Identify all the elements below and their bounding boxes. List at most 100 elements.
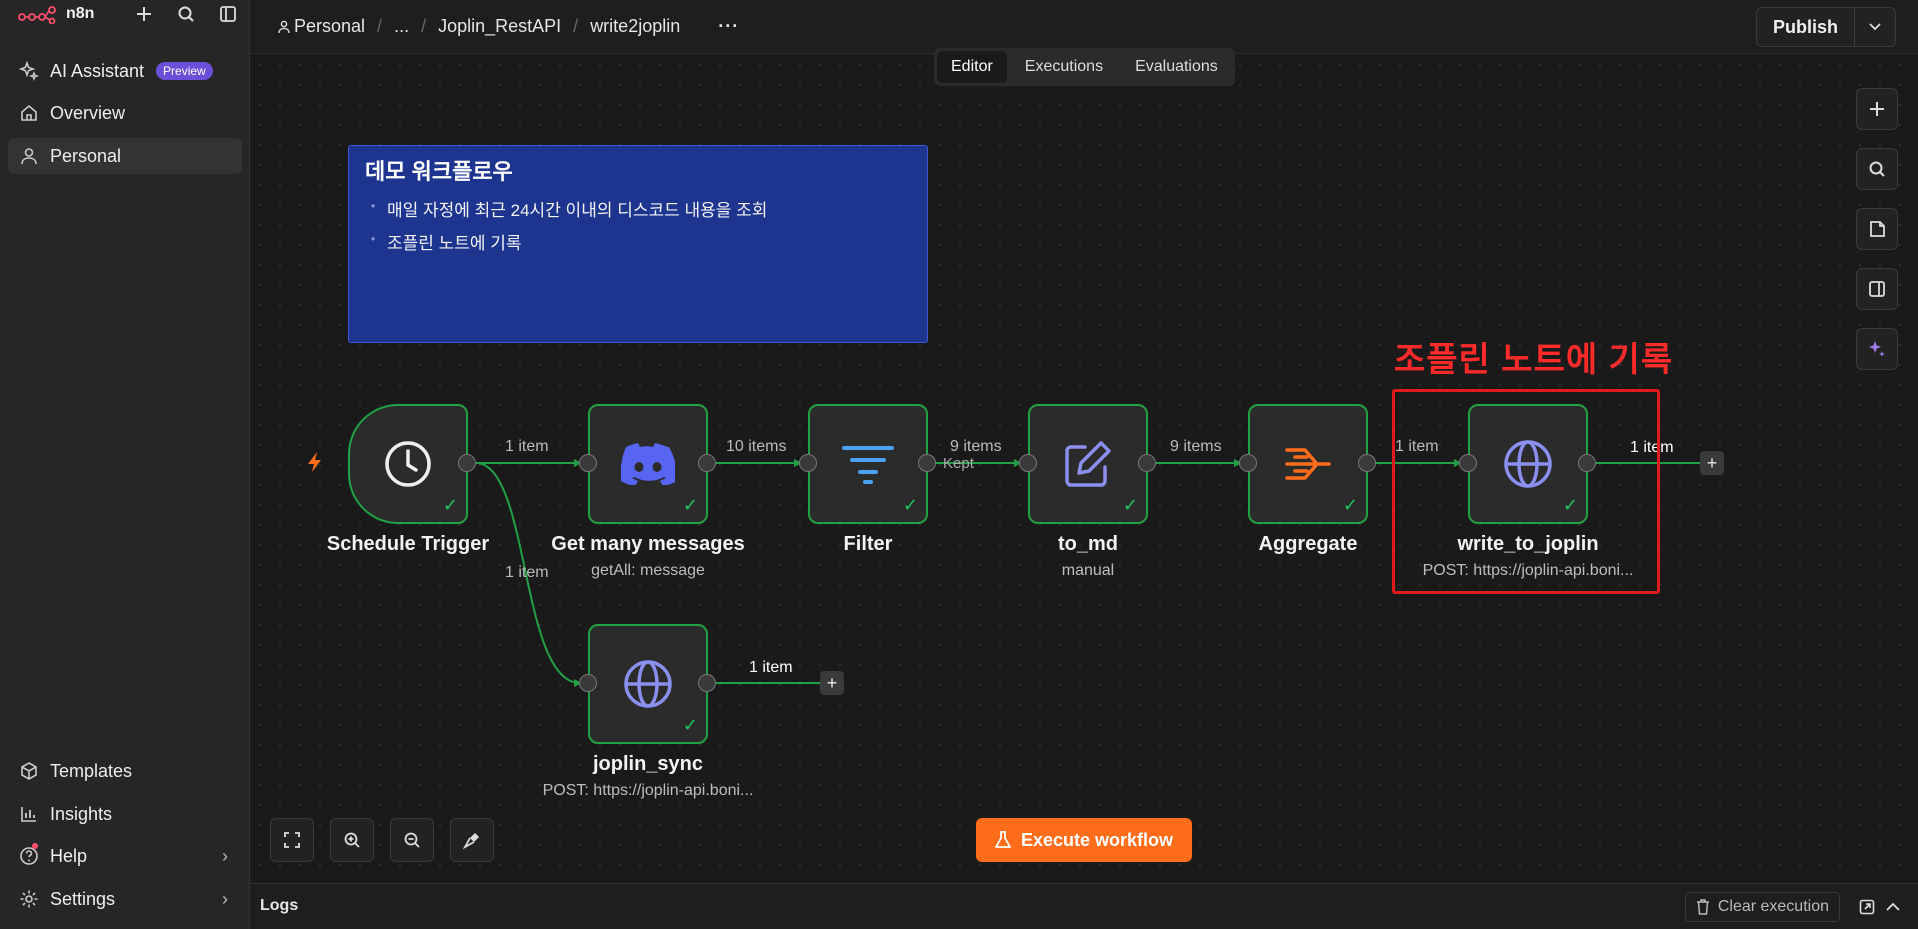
canvas-zoom-toolbar bbox=[270, 818, 494, 862]
clear-execution-label: Clear execution bbox=[1717, 898, 1829, 915]
node-name: Get many messages bbox=[551, 533, 745, 555]
node-name: Schedule Trigger bbox=[326, 533, 490, 555]
preview-badge: Preview bbox=[156, 62, 213, 80]
sidebar-item-help[interactable]: Help › bbox=[8, 838, 242, 874]
edit-icon bbox=[1065, 441, 1111, 487]
view-tabs: Editor Executions Evaluations bbox=[934, 48, 1235, 86]
search-nodes-button[interactable] bbox=[1856, 148, 1898, 190]
sticky-item: 조플린 노트에 기록 bbox=[371, 229, 911, 254]
breadcrumb-folder[interactable]: Joplin_RestAPI bbox=[438, 16, 561, 37]
zoom-out-icon bbox=[404, 832, 420, 848]
input-handle[interactable] bbox=[579, 674, 597, 692]
highlight-box bbox=[1392, 389, 1660, 594]
tab-executions[interactable]: Executions bbox=[1011, 51, 1117, 83]
add-node-button[interactable]: + bbox=[820, 671, 844, 695]
ai-assistant-button[interactable] bbox=[1856, 328, 1898, 370]
node-joplin-sync[interactable]: ✓ bbox=[588, 624, 708, 744]
sidebar-item-label: Personal bbox=[50, 145, 122, 166]
node-get-many-messages[interactable]: ✓ bbox=[588, 404, 708, 524]
filter-icon bbox=[842, 446, 894, 484]
clock-icon bbox=[385, 441, 431, 487]
breadcrumb-project[interactable]: Personal bbox=[278, 16, 365, 37]
panel-toggle-button[interactable] bbox=[1856, 268, 1898, 310]
add-node-button[interactable] bbox=[1856, 88, 1898, 130]
success-check-icon: ✓ bbox=[902, 495, 918, 515]
discord-icon bbox=[621, 443, 675, 485]
sidebar-item-personal[interactable]: Personal bbox=[8, 138, 242, 174]
trash-icon bbox=[1696, 899, 1709, 915]
node-aggregate[interactable]: ✓ bbox=[1248, 404, 1368, 524]
output-handle[interactable] bbox=[458, 454, 476, 472]
node-name: to_md bbox=[1058, 533, 1118, 555]
output-handle[interactable] bbox=[1358, 454, 1376, 472]
search-icon[interactable] bbox=[174, 2, 198, 26]
breadcrumb-separator: / bbox=[421, 16, 427, 36]
sticky-note[interactable]: 데모 워크플로우 매일 자정에 최근 24시간 이내의 디스코드 내용을 조회 … bbox=[348, 145, 928, 343]
sidebar-item-label: AI Assistant bbox=[50, 60, 145, 81]
chevron-down-icon[interactable] bbox=[1855, 8, 1895, 46]
execute-workflow-button[interactable]: Execute workflow bbox=[976, 818, 1192, 862]
tab-evaluations[interactable]: Evaluations bbox=[1121, 51, 1232, 83]
user-icon bbox=[278, 20, 290, 33]
plus-icon[interactable] bbox=[132, 2, 156, 26]
sidebar-item-insights[interactable]: Insights bbox=[8, 796, 242, 832]
edge-label: 10 items bbox=[726, 438, 787, 455]
input-handle[interactable] bbox=[579, 454, 597, 472]
tab-editor[interactable]: Editor bbox=[937, 51, 1007, 83]
output-handle[interactable] bbox=[698, 454, 716, 472]
clear-execution-button[interactable]: Clear execution bbox=[1684, 892, 1840, 922]
publish-button[interactable]: Publish bbox=[1757, 8, 1855, 46]
sidebar-item-ai-assistant[interactable]: AI Assistant Preview bbox=[8, 53, 242, 89]
sidebar-item-label: Help bbox=[50, 845, 88, 866]
publish-button-group: Publish bbox=[1755, 7, 1896, 47]
sidebar-item-label: Templates bbox=[50, 760, 133, 781]
sidebar-item-overview[interactable]: Overview bbox=[8, 95, 242, 131]
sparkle-icon bbox=[1869, 341, 1885, 357]
chevron-up-icon[interactable] bbox=[1882, 896, 1904, 918]
breadcrumb: Personal / ... / Joplin_RestAPI / write2… bbox=[278, 16, 739, 37]
box-icon bbox=[18, 760, 40, 782]
zoom-out-button[interactable] bbox=[390, 818, 434, 862]
sticky-title: 데모 워크플로우 bbox=[365, 159, 513, 184]
input-handle[interactable] bbox=[799, 454, 817, 472]
sticky-note-button[interactable] bbox=[1856, 208, 1898, 250]
more-options-icon[interactable]: ··· bbox=[718, 16, 739, 37]
workflow-name[interactable]: write2joplin bbox=[590, 16, 680, 37]
success-check-icon: ✓ bbox=[1122, 495, 1138, 515]
pop-out-icon[interactable] bbox=[1856, 896, 1878, 918]
node-name: joplin_sync bbox=[592, 753, 704, 775]
input-handle[interactable] bbox=[1019, 454, 1037, 472]
breadcrumb-separator: / bbox=[573, 16, 579, 36]
output-handle[interactable] bbox=[918, 454, 936, 472]
flask-icon bbox=[995, 831, 1011, 848]
input-handle[interactable] bbox=[1239, 454, 1257, 472]
success-check-icon: ✓ bbox=[1342, 495, 1358, 515]
node-name: Filter bbox=[843, 533, 893, 555]
sidebar-item-templates[interactable]: Templates bbox=[8, 753, 242, 789]
add-node-button[interactable]: + bbox=[1700, 451, 1724, 475]
edge-label: 1 item bbox=[505, 438, 549, 455]
sticky-list: 매일 자정에 최근 24시간 이내의 디스코드 내용을 조회 조플린 노트에 기… bbox=[365, 196, 911, 254]
brand[interactable]: n8n bbox=[18, 4, 94, 24]
tidy-up-button[interactable] bbox=[450, 818, 494, 862]
globe-icon bbox=[624, 660, 672, 708]
sidebar-item-settings[interactable]: Settings › bbox=[8, 881, 242, 917]
edge-label: 9 items bbox=[950, 438, 1002, 455]
help-icon bbox=[18, 843, 40, 867]
node-to-md[interactable]: ✓ bbox=[1028, 404, 1148, 524]
output-handle[interactable] bbox=[1138, 454, 1156, 472]
logs-panel[interactable]: Logs Clear execution bbox=[250, 883, 1918, 929]
fit-view-icon bbox=[284, 832, 300, 848]
node-schedule-trigger[interactable]: ✓ bbox=[348, 404, 468, 524]
chart-icon bbox=[18, 803, 40, 825]
node-filter[interactable]: ✓ bbox=[808, 404, 928, 524]
n8n-logo-icon bbox=[18, 6, 56, 24]
zoom-in-button[interactable] bbox=[330, 818, 374, 862]
breadcrumb-ellipsis[interactable]: ... bbox=[394, 16, 409, 37]
success-check-icon: ✓ bbox=[442, 495, 458, 515]
sidebar-toggle-icon[interactable] bbox=[216, 2, 240, 26]
output-handle[interactable] bbox=[698, 674, 716, 692]
aggregate-icon bbox=[1285, 448, 1331, 480]
sidebar-top-actions bbox=[132, 2, 240, 26]
fit-view-button[interactable] bbox=[270, 818, 314, 862]
